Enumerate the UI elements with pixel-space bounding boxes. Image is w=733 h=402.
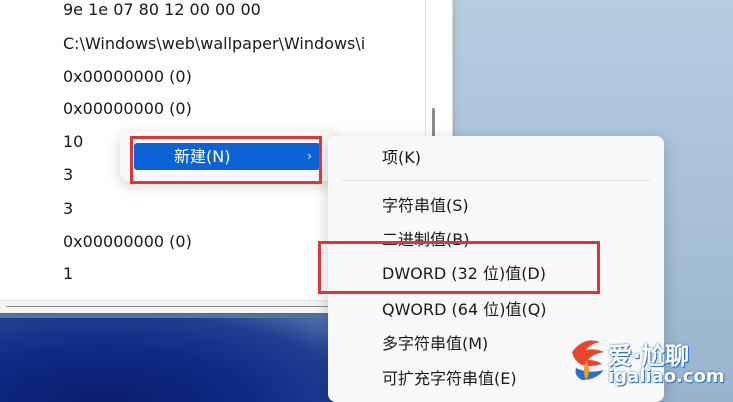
registry-value-row[interactable]: 3 [63,162,73,188]
registry-value-row[interactable]: 0x00000000 (0) [63,96,192,122]
registry-value-row[interactable]: 3 [63,196,73,222]
desktop-wallpaper-bloom [0,318,340,402]
menu-item-string-value[interactable]: 字符串值(S) [382,193,469,219]
registry-value-row[interactable]: 0x00000000 (0) [63,229,192,255]
watermark: 爱·尬聊 igaliao.com [566,330,733,390]
registry-value-row[interactable]: 10 [63,129,83,155]
menu-separator [342,180,650,181]
vertical-scrollbar-thumb[interactable] [432,108,435,138]
annotation-highlight-dword [318,241,600,294]
watermark-url: igaliao.com [608,366,725,387]
annotation-highlight-new [130,136,322,184]
registry-value-row[interactable]: 1 [63,261,73,287]
menu-item-key[interactable]: 项(K) [382,145,421,171]
registry-value-row[interactable]: 9e 1e 07 80 12 00 00 00 [63,0,261,23]
menu-item-multi-string-value[interactable]: 多字符串值(M) [382,331,488,357]
bird-logo-icon [572,340,604,380]
registry-value-row[interactable]: C:\Windows\web\wallpaper\Windows\i [63,31,365,57]
registry-value-row[interactable]: 0x00000000 (0) [63,64,192,90]
menu-item-qword-value[interactable]: QWORD (64 位)值(Q) [382,297,547,323]
menu-item-expandable-string-value[interactable]: 可扩充字符串值(E) [382,366,517,392]
